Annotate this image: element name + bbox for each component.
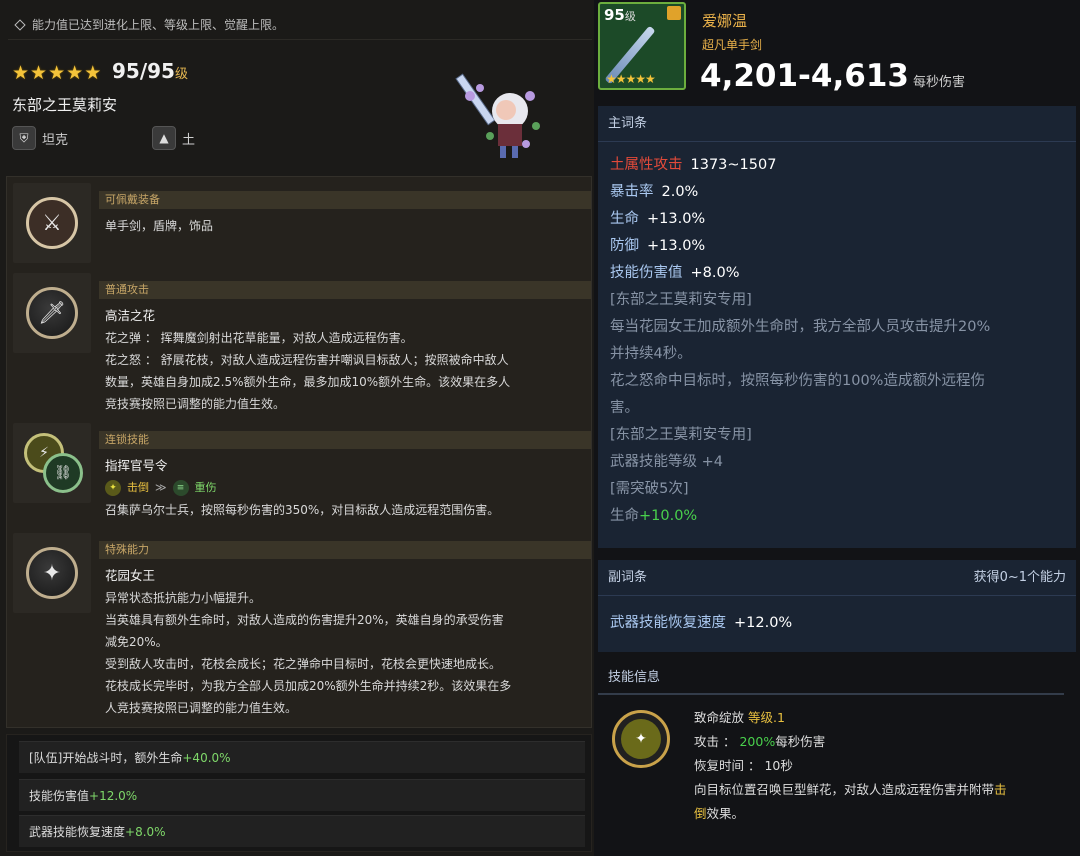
- skill-list: ⚔ 可佩戴装备 单手剑，盾牌，饰品 🗡 普通攻击 高洁之花 花之弹 ： 挥舞魔剑…: [6, 176, 592, 728]
- stat-row: 暴击率 2.0%: [610, 184, 699, 200]
- hero-element: ▲ 土: [152, 126, 195, 150]
- weapon-name: 爱娜温: [702, 12, 748, 30]
- injury-icon: ≡: [172, 480, 189, 496]
- skill-chain[interactable]: ⚡ ⛓ 连锁技能 指挥官号令 ✦ 击倒 ≫ ≡ 重伤 召集萨乌尔士兵，按照每秒伤…: [13, 423, 591, 523]
- sparkle-icon: ✦: [26, 547, 78, 599]
- weapon-thumbnail[interactable]: 95级 ★★★★★: [598, 2, 686, 90]
- hero-header: ★ ★ ★ ★ ★ 95/95级 东部之王莫莉安 ⛨ 坦克 ▲ 土: [0, 44, 594, 172]
- sub-stats-header: 副词条: [608, 570, 648, 585]
- hero-name: 东部之王莫莉安: [12, 96, 118, 114]
- skill-title: 高洁之花: [105, 308, 156, 323]
- weapon-dps: 4,201-4,613 每秒伤害: [700, 58, 965, 94]
- main-stats-panel: 主词条 土属性攻击 1373~1507 暴击率 2.0% 生命 +13.0% 防御 +1…: [598, 106, 1076, 548]
- bonus-row: 技能伤害值+12.0%: [19, 779, 585, 811]
- mountain-icon: ▲: [152, 126, 176, 150]
- star-icon: ★: [12, 62, 30, 84]
- flower-burst-icon: ✦: [621, 719, 661, 759]
- hero-panel: 能力值已达到进化上限、等级上限、觉醒上限。 ★ ★ ★ ★ ★ 95/95级 东…: [0, 0, 594, 856]
- stat-row: 技能伤害值 +8.0%: [610, 265, 740, 281]
- sword-shield-icon: ⚔: [26, 197, 78, 249]
- sub-stats-note: 获得0~1个能力: [973, 570, 1066, 585]
- star-icon: ★: [84, 62, 102, 84]
- hero-stars: ★ ★ ★ ★ ★: [12, 62, 101, 84]
- main-stats-header: 主词条: [598, 106, 1076, 142]
- skill-info-header: 技能信息: [598, 658, 1064, 695]
- sub-stats-panel: 副词条 获得0~1个能力 武器技能恢复速度 +12.0%: [598, 560, 1076, 652]
- weapon-skill-name: 致命绽放: [694, 710, 745, 725]
- chain-condition: ✦ 击倒 ≫ ≡ 重伤: [105, 477, 585, 499]
- knockdown-icon: ✦: [105, 480, 121, 496]
- skill-special[interactable]: ✦ 特殊能力 花园女王 异常状态抵抗能力小幅提升。 当英雄具有额外生命时，对敌人…: [13, 533, 591, 723]
- star-icon: ★: [48, 62, 66, 84]
- star-icon: ★: [66, 62, 84, 84]
- stat-row: 防御 +13.0%: [610, 238, 706, 254]
- stat-row: 生命 +13.0%: [610, 211, 706, 227]
- bonus-row: 武器技能恢复速度+8.0%: [19, 815, 585, 847]
- diamond-icon: [14, 18, 26, 31]
- bonus-list: [队伍]开始战斗时，额外生命+40.0% 技能伤害值+12.0% 武器技能恢复速…: [6, 734, 592, 852]
- skill-normal-attack[interactable]: 🗡 普通攻击 高洁之花 花之弹 ： 挥舞魔剑射出花草能量，对敌人造成远程伤害。 …: [13, 273, 591, 421]
- weapon-panel: 95级 ★★★★★ 爱娜温 超凡单手剑 4,201-4,613 每秒伤害 主词条 …: [594, 0, 1080, 856]
- chain-icon: ⛓: [43, 453, 83, 493]
- weapon-type: 超凡单手剑: [702, 38, 763, 52]
- weapon-stars: ★★★★★: [606, 72, 656, 86]
- bonus-row: [队伍]开始战斗时，额外生命+40.0%: [19, 741, 585, 773]
- max-notice: 能力值已达到进化上限、等级上限、觉醒上限。: [8, 10, 592, 40]
- star-icon: ★: [30, 62, 48, 84]
- hero-role: ⛨ 坦克: [12, 126, 68, 150]
- hero-level: 95/95级: [112, 59, 188, 83]
- weapon-skill-panel: 技能信息 ✦ 致命绽放 等级.1 攻击 ： 200%每秒伤害 恢复时间 ： 10…: [598, 658, 1076, 856]
- skill-equip: ⚔ 可佩戴装备 单手剑，盾牌，饰品: [13, 183, 591, 265]
- stat-row: 土属性攻击 1373~1507: [610, 157, 777, 173]
- equip-text: 单手剑，盾牌，饰品: [105, 219, 214, 233]
- hero-sprite: [455, 73, 540, 158]
- weapon-skill-icon[interactable]: ✦: [612, 710, 670, 768]
- badge-icon: [667, 6, 681, 20]
- sword-icon: 🗡: [26, 287, 78, 339]
- shield-icon: ⛨: [12, 126, 36, 150]
- weapon-level: 95级: [604, 6, 636, 24]
- notice-text: 能力值已达到进化上限、等级上限、觉醒上限。: [32, 18, 285, 32]
